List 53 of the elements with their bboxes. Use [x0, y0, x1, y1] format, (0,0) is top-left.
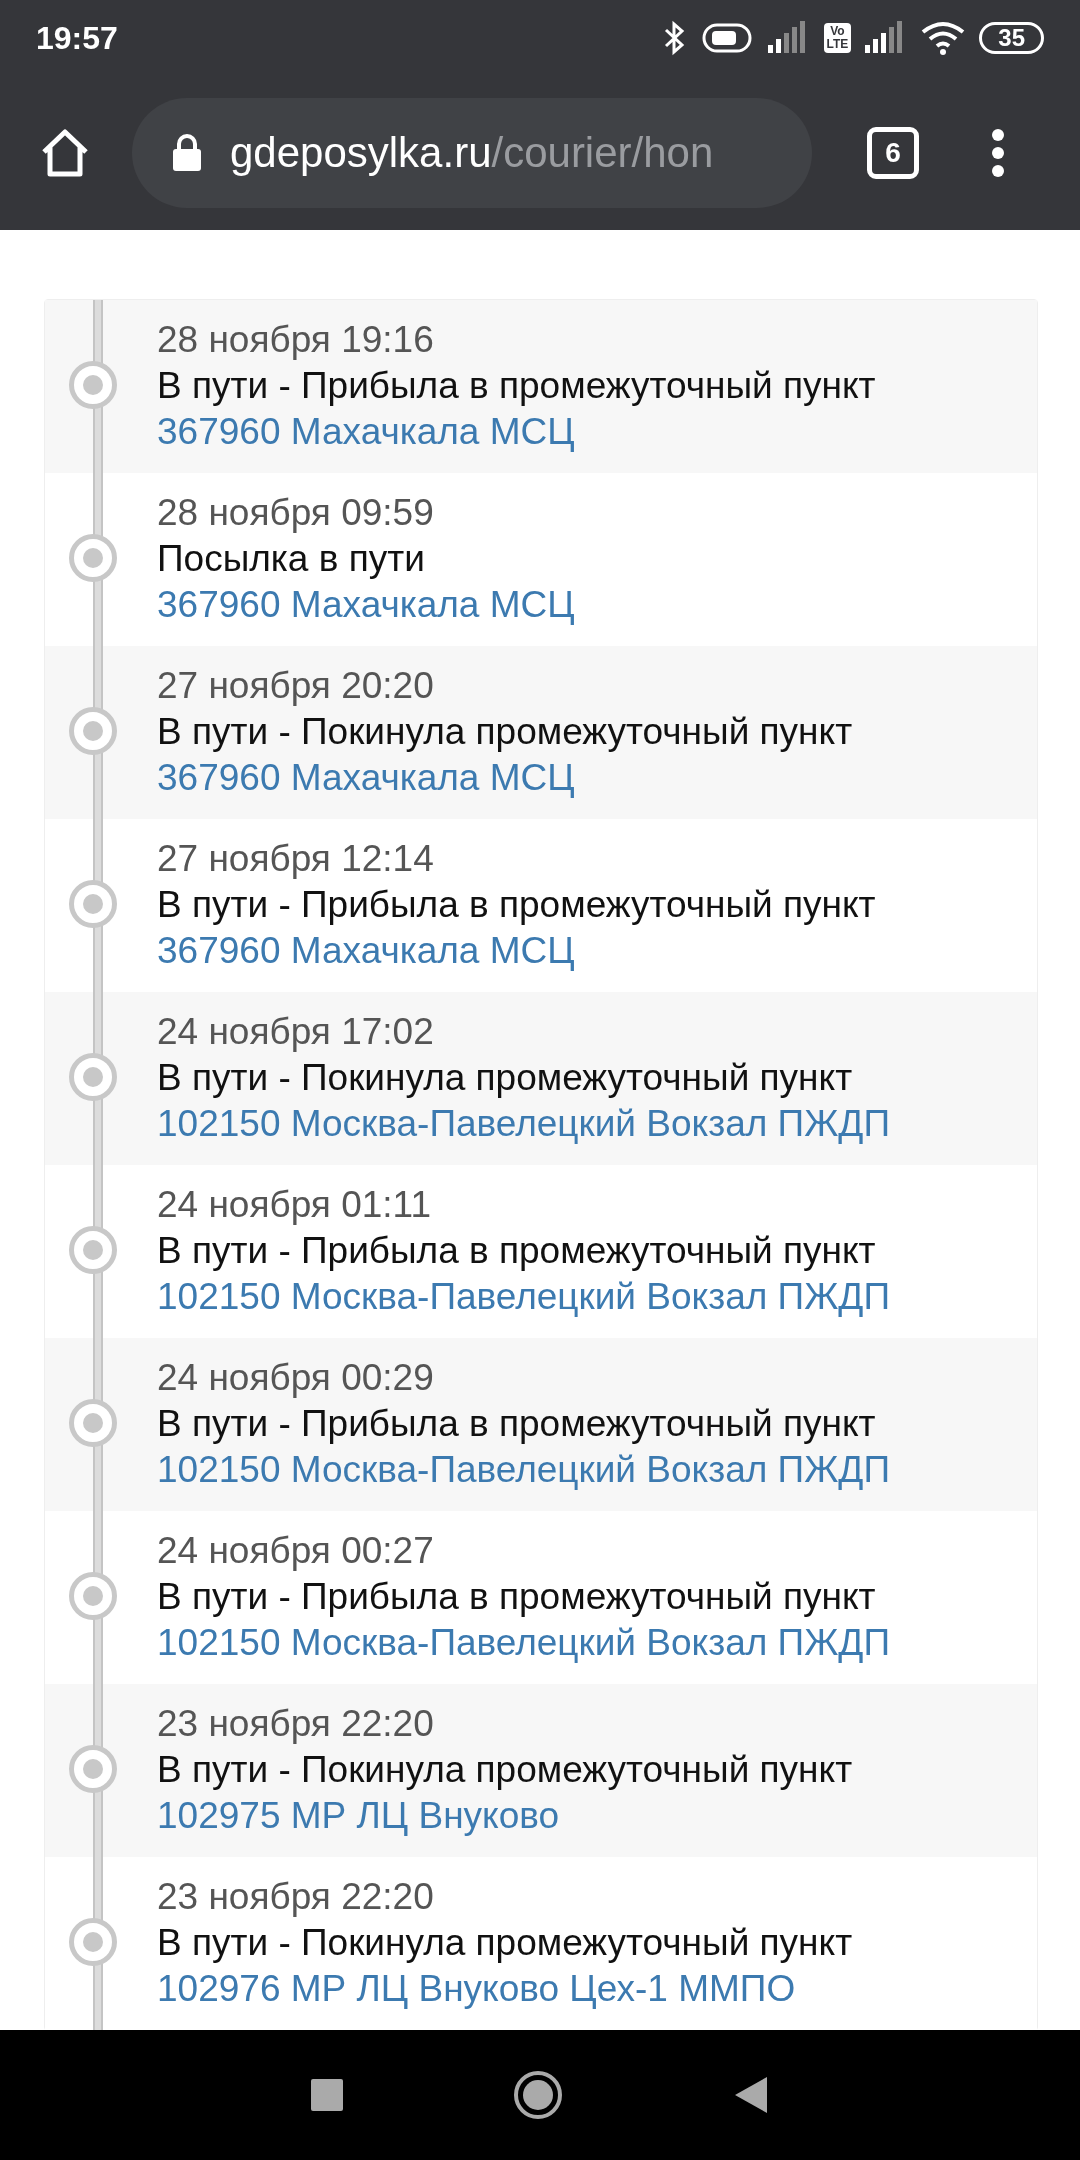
timeline-node — [69, 1745, 117, 1793]
clock-time: 19:57 — [36, 19, 118, 57]
tab-count-button[interactable]: 6 — [867, 127, 919, 179]
timeline-node — [69, 880, 117, 928]
event-date: 28 ноября 19:16 — [157, 318, 435, 362]
timeline-node — [69, 1918, 117, 1966]
event-date: 27 ноября 20:20 — [157, 664, 435, 708]
event-status: В пути - Покинула промежуточный пункт — [157, 1056, 854, 1100]
event-status: В пути - Прибыла в промежуточный пункт — [157, 364, 876, 408]
event-location-link[interactable]: 102150 Москва-Павелецкий Вокзал ПЖДП — [157, 1274, 890, 1320]
event-status: В пути - Прибыла в промежуточный пункт — [157, 1402, 877, 1446]
event-date: 24 ноября 01:11 — [157, 1183, 432, 1227]
timeline-node — [69, 1572, 117, 1620]
timeline-node — [69, 534, 117, 582]
timeline-node — [69, 1053, 117, 1101]
event-location-link[interactable]: 367960 Махачкала МСЦ — [157, 755, 853, 801]
event-status: В пути - Покинула промежуточный пункт — [157, 710, 853, 754]
wifi-icon — [921, 20, 966, 56]
event-status: В пути - Прибыла в промежуточный пункт — [157, 1229, 877, 1273]
event-location-link[interactable]: 102975 МР ЛЦ Внуково — [157, 1793, 853, 1839]
event-location-link[interactable]: 102150 Москва-Павелецкий Вокзал ПЖДП — [157, 1620, 890, 1666]
lock-icon — [172, 134, 202, 172]
event-date: 24 ноября 00:29 — [157, 1356, 435, 1400]
timeline-node — [69, 1226, 117, 1274]
timeline-node — [69, 1399, 117, 1447]
address-bar[interactable]: gdeposylka.ru/courier/hon — [132, 98, 812, 208]
event-location-link[interactable]: 367960 Махачкала МСЦ — [157, 409, 876, 455]
event-location-link[interactable]: 367960 Махачкала МСЦ — [157, 582, 575, 628]
event-status: Посылка в пути — [157, 537, 426, 581]
event-status: В пути - Покинула промежуточный пункт — [157, 1748, 853, 1792]
event-location-link[interactable]: 367960 Махачкала МСЦ — [157, 928, 876, 974]
event-status: В пути - Покинула промежуточный пункт — [157, 1921, 853, 1965]
battery-indicator: 35 — [979, 22, 1044, 54]
event-date: 23 ноября 22:20 — [157, 1702, 435, 1746]
home-icon[interactable] — [40, 128, 90, 178]
event-location-link[interactable]: 102976 МР ЛЦ Внуково Цех-1 ММПО — [157, 1966, 853, 2012]
url-text: gdeposylka.ru/courier/hon — [230, 129, 714, 177]
event-date: 24 ноября 17:02 — [157, 1010, 435, 1054]
event-date: 28 ноября 09:59 — [157, 491, 435, 535]
toggle-icon — [701, 21, 754, 55]
menu-icon[interactable] — [991, 128, 1005, 178]
event-status: В пути - Прибыла в промежуточный пункт — [157, 1575, 877, 1619]
timeline-node — [69, 361, 117, 409]
event-date: 23 ноября 22:20 — [157, 1875, 435, 1919]
home-button[interactable] — [513, 2070, 563, 2120]
event-location-link[interactable]: 102150 Москва-Павелецкий Вокзал ПЖДП — [157, 1447, 890, 1493]
timeline-node — [69, 707, 117, 755]
volte-badge: Vo LTE — [823, 23, 852, 53]
event-location-link[interactable]: 102150 Москва-Павелецкий Вокзал ПЖДП — [157, 1101, 890, 1147]
event-date: 27 ноября 12:14 — [157, 837, 435, 881]
back-button[interactable] — [733, 2075, 769, 2115]
event-status: В пути - Прибыла в промежуточный пункт — [157, 883, 876, 927]
event-date: 24 ноября 00:27 — [157, 1529, 435, 1573]
